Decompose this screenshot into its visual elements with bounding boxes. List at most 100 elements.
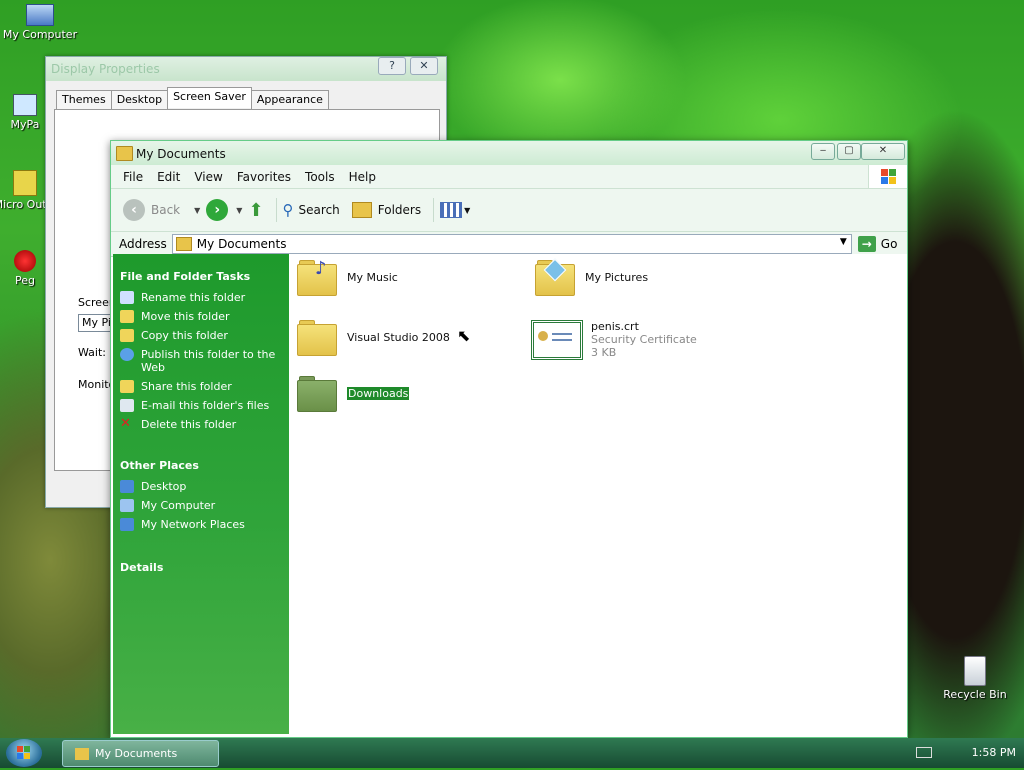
forward-button[interactable]: › ▼ [206, 199, 242, 221]
task-publish-web[interactable]: Publish this folder to the Web [120, 348, 289, 374]
file-folder-tasks-header[interactable]: File and Folder Tasks [120, 270, 289, 283]
delete-icon: ✕ [120, 416, 131, 431]
globe-icon [120, 348, 134, 361]
task-copy-folder[interactable]: Copy this folder [120, 329, 289, 342]
my-documents-window[interactable]: My Documents ‒ ▢ ✕ File Edit View Favori… [110, 140, 908, 738]
task-move-folder[interactable]: Move this folder [120, 310, 289, 323]
menu-edit[interactable]: Edit [150, 170, 187, 184]
tab-themes[interactable]: Themes [56, 90, 112, 111]
task-rename-folder[interactable]: Rename this folder [120, 291, 289, 304]
place-desktop[interactable]: Desktop [120, 480, 289, 493]
task-label: Delete this folder [141, 418, 237, 431]
task-label: Publish this folder to the Web [141, 348, 276, 374]
go-label: Go [880, 237, 898, 251]
tab-desktop[interactable]: Desktop [110, 90, 169, 111]
address-value: My Documents [196, 237, 287, 251]
folder-item-my-music[interactable]: ♪ My Music [297, 258, 398, 296]
display-properties-titlebar[interactable]: Display Properties ? ✕ [46, 57, 446, 81]
file-item-penis-crt[interactable]: penis.crt Security Certificate 3 KB [531, 320, 697, 360]
display-properties-title: Display Properties [51, 62, 160, 76]
place-label: My Network Places [141, 518, 245, 531]
maximize-button[interactable]: ▢ [837, 143, 861, 160]
start-button[interactable] [6, 739, 42, 767]
file-list[interactable]: ♪ My Music My Pictures Visual Studio 200… [289, 254, 907, 736]
details-header[interactable]: Details [120, 561, 289, 574]
item-name: My Pictures [585, 270, 649, 284]
folder-item-visual-studio-2008[interactable]: Visual Studio 2008 [297, 320, 450, 356]
desktop-icon-recycle-bin[interactable]: Recycle Bin [935, 656, 1015, 701]
tab-appearance[interactable]: Appearance [250, 90, 329, 111]
system-tray: 1:58 PM [915, 746, 1016, 759]
share-icon [120, 380, 134, 393]
folder-item-my-pictures[interactable]: My Pictures [535, 258, 649, 296]
task-label: Rename this folder [141, 291, 246, 304]
close-button[interactable]: ✕ [410, 57, 438, 75]
place-label: Desktop [141, 480, 187, 493]
wait-label: Wait: [78, 346, 106, 359]
folders-icon [351, 202, 372, 218]
outlook-icon [13, 170, 37, 196]
back-arrow-icon: ‹ [123, 199, 145, 221]
folders-label: Folders [377, 203, 422, 217]
menu-tools[interactable]: Tools [298, 170, 342, 184]
close-button[interactable]: ✕ [861, 143, 905, 160]
menu-help[interactable]: Help [342, 170, 383, 184]
chevron-down-icon[interactable]: ▼ [840, 237, 847, 247]
certificate-icon [531, 320, 583, 360]
toolbar-divider [275, 198, 277, 222]
task-label: Move this folder [141, 310, 230, 323]
chevron-down-icon[interactable]: ▼ [236, 206, 242, 215]
music-folder-icon: ♪ [297, 258, 337, 296]
folder-item-downloads[interactable]: Downloads [297, 376, 410, 412]
up-folder-button[interactable]: ⬆ [248, 200, 263, 221]
place-my-computer[interactable]: My Computer [120, 499, 289, 512]
up-arrow-icon: ⬆ [248, 199, 264, 221]
address-input[interactable]: My Documents ▼ [171, 234, 852, 254]
back-button[interactable]: ‹ Back ▼ [123, 199, 200, 221]
menu-view[interactable]: View [187, 170, 229, 184]
folder-icon [175, 237, 192, 251]
item-size: 3 KB [591, 346, 617, 359]
desktop-icon [120, 480, 134, 493]
keyboard-icon[interactable] [915, 747, 932, 758]
computer-icon [120, 499, 134, 512]
task-email-files[interactable]: E-mail this folder's files [120, 399, 289, 412]
explorer-titlebar[interactable]: My Documents ‒ ▢ ✕ [111, 141, 907, 165]
search-icon: ⚲ [282, 201, 294, 219]
views-button[interactable]: ▼ [440, 202, 470, 218]
taskbar-button-label: My Documents [95, 747, 178, 760]
desktop-icon-label: Peg [15, 274, 35, 287]
standard-toolbar: ‹ Back ▼ › ▼ ⬆ ⚲ Search Folders ▼ [111, 189, 907, 232]
desktop-icon-label: MyPa [10, 118, 40, 131]
taskbar: My Documents 1:58 PM [0, 738, 1024, 768]
chevron-down-icon[interactable]: ▼ [194, 206, 200, 215]
desktop-icon-my-computer[interactable]: My Computer [0, 4, 80, 41]
menu-file[interactable]: File [116, 170, 150, 184]
toolbar-divider [433, 198, 435, 222]
folders-button[interactable]: Folders [351, 202, 422, 218]
place-label: My Computer [141, 499, 216, 512]
window-title: My Documents [136, 147, 226, 161]
move-folder-icon [120, 310, 134, 323]
rename-icon [120, 291, 134, 304]
place-network[interactable]: My Network Places [120, 518, 289, 531]
task-share-folder[interactable]: Share this folder [120, 380, 289, 393]
minimize-button[interactable]: ‒ [811, 143, 835, 160]
tab-screen-saver[interactable]: Screen Saver [167, 87, 252, 108]
menu-favorites[interactable]: Favorites [230, 170, 298, 184]
windows-logo-icon [17, 746, 30, 759]
address-label: Address [119, 237, 167, 251]
search-button[interactable]: ⚲ Search [283, 201, 340, 219]
pegasus-icon [14, 250, 36, 272]
folder-icon [297, 376, 337, 412]
views-icon [440, 202, 463, 218]
other-places-header[interactable]: Other Places [120, 459, 289, 472]
help-button[interactable]: ? [378, 57, 406, 75]
go-button[interactable]: → Go [857, 236, 898, 252]
task-delete-folder[interactable]: ✕ Delete this folder [120, 416, 289, 431]
windows-logo-icon [868, 165, 907, 188]
taskbar-button-my-documents[interactable]: My Documents [62, 740, 219, 767]
desktop-icon-label: Recycle Bin [943, 688, 1007, 701]
clock[interactable]: 1:58 PM [972, 746, 1016, 759]
task-label: E-mail this folder's files [141, 399, 270, 412]
